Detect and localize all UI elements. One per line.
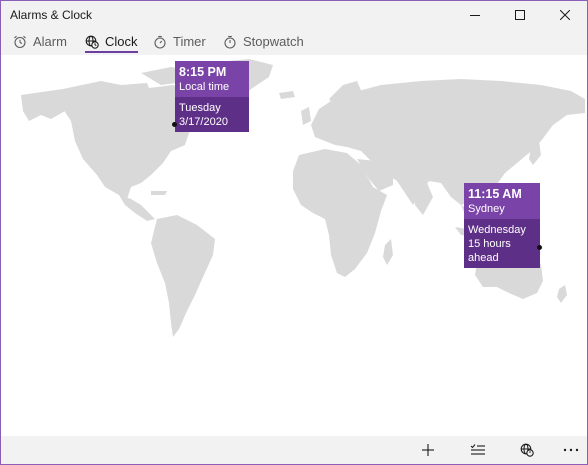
more-options-button[interactable] [551, 436, 587, 464]
world-map[interactable]: 8:15 PM Local time Tuesday 3/17/2020 11:… [1, 55, 587, 436]
tab-timer-label: Timer [173, 34, 206, 49]
app-window: Alarms & Clock Alarm Clock Timer Stopwat… [0, 0, 588, 465]
add-icon [422, 444, 434, 456]
more-icon [563, 448, 579, 452]
select-list-icon [470, 444, 485, 455]
sydney-clock-place: Sydney [468, 203, 505, 215]
local-clock-popup[interactable]: 8:15 PM Local time Tuesday 3/17/2020 [175, 61, 249, 132]
timer-icon [153, 35, 167, 49]
stopwatch-icon [223, 35, 237, 49]
local-clock-location-dot[interactable] [172, 122, 177, 127]
globe-clock-icon [85, 35, 99, 49]
compare-clocks-button[interactable] [507, 436, 547, 464]
sydney-clock-time: 11:15 AM [468, 187, 522, 201]
alarm-clock-icon [13, 35, 27, 49]
tab-clock[interactable]: Clock [85, 28, 138, 55]
sydney-clock-header: 11:15 AM Sydney [464, 183, 540, 219]
minimize-icon [469, 14, 480, 16]
tab-stopwatch-label: Stopwatch [243, 34, 304, 49]
sydney-clock-offset: 15 hours ahead [468, 238, 511, 264]
local-clock-header: 8:15 PM Local time [175, 61, 249, 97]
maximize-button[interactable] [497, 1, 542, 28]
tab-stopwatch[interactable]: Stopwatch [223, 28, 304, 55]
add-clock-button[interactable] [408, 436, 448, 464]
command-bar [1, 436, 587, 464]
tab-bar: Alarm Clock Timer Stopwatch [1, 28, 587, 55]
tab-alarm[interactable]: Alarm [13, 28, 67, 55]
sydney-clock-details: Wednesday 15 hours ahead [464, 219, 540, 268]
active-tab-indicator [85, 51, 138, 53]
tab-alarm-label: Alarm [33, 34, 67, 49]
select-clocks-button[interactable] [458, 436, 498, 464]
local-clock-date: 3/17/2020 [179, 116, 228, 128]
tab-clock-label: Clock [105, 34, 138, 49]
close-button[interactable] [542, 1, 587, 28]
local-clock-day: Tuesday [179, 102, 221, 114]
local-clock-details: Tuesday 3/17/2020 [175, 97, 249, 132]
title-bar[interactable]: Alarms & Clock [1, 1, 587, 28]
sydney-clock-popup[interactable]: 11:15 AM Sydney Wednesday 15 hours ahead [464, 183, 540, 268]
maximize-icon [514, 9, 525, 20]
local-clock-time: 8:15 PM [179, 65, 227, 79]
sydney-clock-location-dot[interactable] [537, 245, 542, 250]
tab-timer[interactable]: Timer [153, 28, 206, 55]
local-clock-place: Local time [179, 81, 230, 93]
close-icon [559, 9, 570, 20]
window-title: Alarms & Clock [10, 8, 93, 22]
sydney-clock-day: Wednesday [468, 224, 526, 236]
compare-clocks-icon [520, 443, 534, 457]
minimize-button[interactable] [452, 1, 497, 28]
